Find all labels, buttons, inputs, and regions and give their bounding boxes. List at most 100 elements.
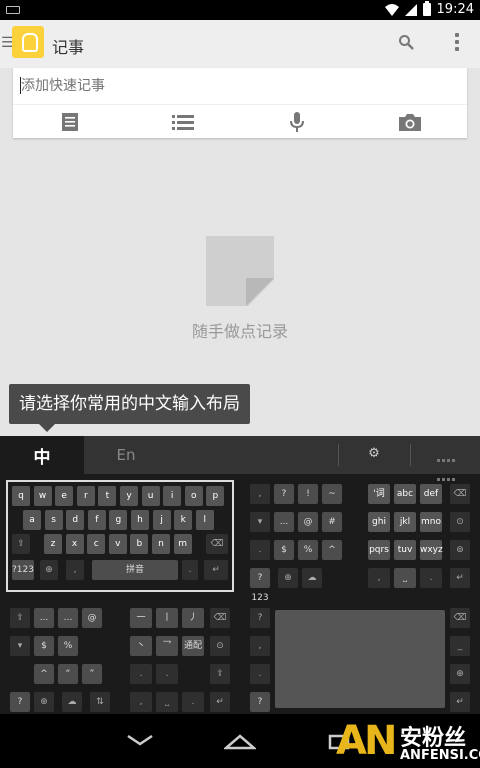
stroke-key[interactable]: 一 <box>130 608 152 628</box>
globe-key[interactable]: ⊕ <box>34 692 54 712</box>
hw-key[interactable]: _ <box>450 636 470 656</box>
hw-key[interactable]: ? <box>250 608 270 628</box>
symbol-key[interactable]: ^ <box>322 540 342 560</box>
key-i[interactable]: i <box>163 486 182 506</box>
list-note-button[interactable] <box>127 105 241 138</box>
period-key[interactable]: . <box>182 560 198 580</box>
nine-key-jkl[interactable]: jkl <box>394 512 416 532</box>
stroke-key[interactable]: 丨 <box>156 608 178 628</box>
globe-key[interactable]: ⊕ <box>40 560 58 580</box>
key-a[interactable]: a <box>23 510 41 530</box>
enter-key[interactable]: ↵ <box>210 692 230 712</box>
stroke-key[interactable]: 丿 <box>182 608 204 628</box>
key-l[interactable]: l <box>195 510 214 530</box>
layout-qwerty[interactable]: q w e r t y u i o p a s d f g h j k l ⇧ z x c v b n m ⌫ ?123 ⊕, 拼音. ↵ <box>6 480 234 592</box>
key-g[interactable]: g <box>109 510 128 530</box>
key-c[interactable]: c <box>87 534 106 554</box>
key-z[interactable]: z <box>44 534 62 554</box>
nine-key-ghi[interactable]: ghi <box>368 512 390 532</box>
comma-key[interactable]: , <box>130 692 152 712</box>
comma-key[interactable]: , <box>368 568 390 588</box>
symbol-key[interactable]: @ <box>82 608 102 628</box>
key-h[interactable]: h <box>131 510 149 530</box>
home-icon[interactable] <box>224 732 256 750</box>
nine-key-tuv[interactable]: tuv <box>394 540 416 560</box>
key-y[interactable]: y <box>120 486 138 506</box>
hw-key[interactable]: , <box>250 636 270 656</box>
layout-nine-key[interactable]: , ▾.?! ~... @ # $% ^ '词 abc def ghi jkl mno pqrs tuv wx… <box>250 484 470 603</box>
delete-key[interactable]: ⌫ <box>206 534 228 554</box>
keep-logo-icon[interactable] <box>12 26 44 58</box>
quick-note-input[interactable] <box>21 74 461 98</box>
reset-key[interactable]: ⊙ <box>210 636 230 656</box>
period-key[interactable]: . <box>156 664 178 684</box>
search-icon[interactable] <box>398 34 414 50</box>
punct-key[interactable]: , <box>250 484 270 504</box>
shift-key[interactable]: ⇧ <box>10 608 30 628</box>
symbol-key[interactable]: ^ <box>34 664 54 684</box>
key-d[interactable]: d <box>66 510 85 530</box>
key-b[interactable]: b <box>130 534 149 554</box>
handwriting-pad[interactable] <box>275 610 445 708</box>
nine-key-def[interactable]: def <box>420 484 442 504</box>
caps-key[interactable]: ⇪ <box>210 664 230 684</box>
key-s[interactable]: s <box>44 510 63 530</box>
back-icon[interactable] <box>126 732 154 748</box>
shift-key[interactable]: ⇧ <box>12 534 30 554</box>
symbol-key[interactable]: ! <box>298 484 318 504</box>
nine-key-wxyz[interactable]: wxyz <box>420 540 443 560</box>
space-key[interactable]: 拼音 <box>92 560 178 580</box>
symbol-key[interactable]: $ <box>274 540 294 560</box>
key-t[interactable]: t <box>98 486 117 506</box>
wildcard-key[interactable]: 通配 <box>182 636 204 656</box>
key-u[interactable]: u <box>141 486 160 506</box>
num-key[interactable]: ?123 <box>10 692 30 727</box>
globe-key[interactable]: ⊕ <box>278 568 298 588</box>
key-f[interactable]: f <box>87 510 106 530</box>
delete-key[interactable]: ⌫ <box>210 608 230 628</box>
hw-globe-key[interactable]: ⊕ <box>450 664 470 684</box>
period-key[interactable]: . <box>130 664 152 684</box>
arrow-key[interactable]: ▾ <box>10 636 30 656</box>
enter-key[interactable]: ↵ <box>204 560 228 580</box>
symbol-key[interactable]: “ <box>58 664 78 684</box>
hw-enter-key[interactable]: ↵ <box>450 692 470 712</box>
key-p[interactable]: p <box>206 486 225 506</box>
period-key[interactable]: . <box>182 692 204 712</box>
comma-key[interactable]: , <box>66 560 84 580</box>
symbol-key[interactable]: # <box>322 512 342 532</box>
nine-key-'词[interactable]: '词 <box>368 484 390 504</box>
delete-key[interactable]: ⌫ <box>450 484 470 504</box>
stroke-key[interactable]: 乛 <box>156 636 178 656</box>
symbol-key[interactable]: ... <box>34 608 54 628</box>
reset-key[interactable]: ⊙ <box>450 512 470 532</box>
text-note-button[interactable] <box>13 105 127 138</box>
symbol-key[interactable]: % <box>58 636 78 656</box>
voice-note-button[interactable] <box>240 105 354 138</box>
switch-key[interactable]: ⇅ <box>90 692 110 712</box>
tab-english[interactable]: En <box>84 436 168 474</box>
num-key[interactable]: ?123 <box>12 560 34 580</box>
key-n[interactable]: n <box>152 534 170 554</box>
enter-key[interactable]: ↵ <box>450 568 470 588</box>
symbol-key[interactable]: ? <box>274 484 294 504</box>
key-k[interactable]: k <box>174 510 193 530</box>
num-key[interactable]: ?123 <box>250 568 270 603</box>
hw-delete-key[interactable]: ⌫ <box>450 608 470 628</box>
symbol-key[interactable]: $ <box>34 636 54 656</box>
hw-num-key[interactable]: ?123 <box>250 692 270 727</box>
key-x[interactable]: x <box>65 534 84 554</box>
symbol-key[interactable]: … <box>58 608 78 628</box>
overflow-menu-icon[interactable] <box>454 33 460 53</box>
layout-stroke[interactable]: ⇧...…@ ▾$%^“” 一丨丿丶乛通配 ⌫ ⊙ ⇪.. ?123⊕ ☁ ⇅,⎵. ↵ <box>10 608 230 727</box>
cloud-key[interactable]: ☁ <box>62 692 82 712</box>
key-o[interactable]: o <box>184 486 203 506</box>
key-w[interactable]: w <box>33 486 52 506</box>
period-key[interactable]: . <box>420 568 442 588</box>
symbol-key[interactable]: % <box>298 540 318 560</box>
emoji-key[interactable]: ⊚ <box>450 540 470 560</box>
key-v[interactable]: v <box>108 534 127 554</box>
punct-key[interactable]: . <box>250 540 270 560</box>
space-key[interactable]: ⎵ <box>156 692 178 712</box>
hide-keyboard-icon[interactable] <box>436 448 456 481</box>
